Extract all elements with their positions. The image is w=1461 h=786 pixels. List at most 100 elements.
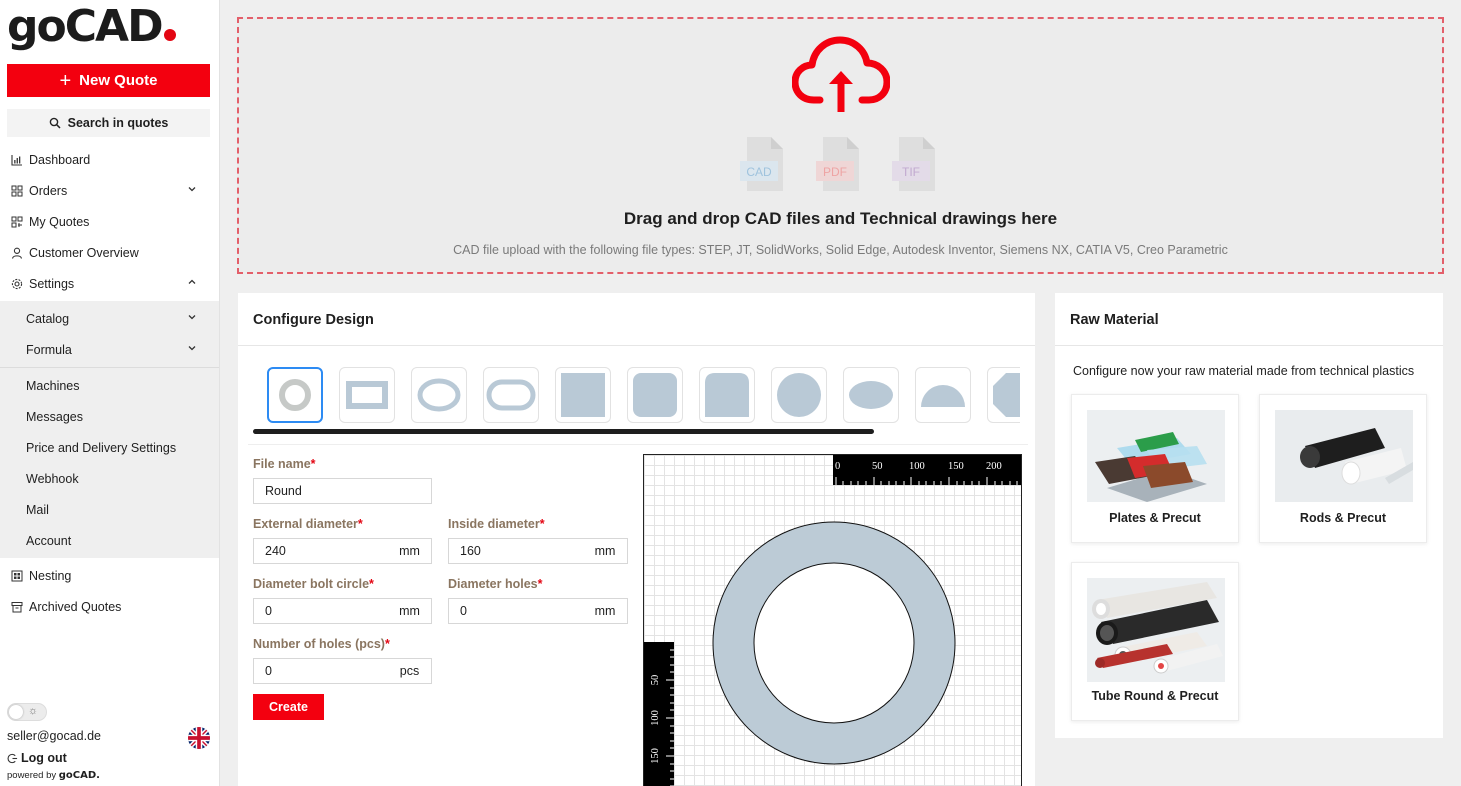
sidebar-item-archived-quotes[interactable]: Archived Quotes (0, 591, 219, 622)
shape-square-tile[interactable] (555, 367, 611, 423)
inside-diameter-input[interactable]: 160 (448, 538, 584, 564)
logo-text: goCAD (7, 1, 164, 52)
toggle-knob (9, 705, 23, 719)
theme-toggle[interactable]: ☼ (7, 703, 47, 721)
sidebar-item-my-quotes[interactable]: My Quotes (0, 206, 219, 237)
powered-by-text: powered by (7, 770, 57, 781)
orders-grid-icon (11, 185, 23, 197)
ruler-left-label: 150 (650, 748, 661, 764)
search-quotes-button[interactable]: Search in quotes (7, 109, 210, 137)
configure-design-panel: Configure Design File name* Round Extern… (238, 293, 1035, 786)
shape-scrollbar[interactable] (253, 429, 874, 434)
gear-icon (11, 278, 23, 290)
sidebar-item-messages[interactable]: Messages (0, 401, 219, 432)
chevron-down-icon (188, 315, 196, 320)
rounded-square-shape-icon (633, 373, 677, 417)
rounded-top-square-shape-icon (705, 373, 749, 417)
plates-image (1087, 410, 1225, 502)
logout-icon (7, 753, 18, 763)
sidebar-item-machines[interactable]: Machines (0, 370, 219, 401)
chart-icon (11, 154, 23, 166)
chevron-down-icon (188, 346, 196, 351)
sidebar-item-mail[interactable]: Mail (0, 494, 219, 525)
shape-rounded-square-tile[interactable] (627, 367, 683, 423)
ruler-left-label: 50 (650, 675, 661, 686)
shape-circle-tile[interactable] (771, 367, 827, 423)
file-name-label-text: File name (253, 457, 311, 471)
required-mark: * (310, 457, 316, 471)
inner-divider (248, 444, 1028, 445)
plus-icon: + (59, 69, 72, 92)
sidebar-item-orders[interactable]: Orders (0, 175, 219, 206)
number-of-holes-input[interactable]: 0 (253, 658, 389, 684)
diameter-bolt-circle-input[interactable]: 0 (253, 598, 389, 624)
cloud-upload-icon (792, 36, 890, 112)
cad-file-label: CAD (746, 165, 772, 179)
uk-flag-icon[interactable] (188, 727, 210, 749)
sidebar-item-webhook[interactable]: Webhook (0, 463, 219, 494)
sidebar-item-catalog[interactable]: Catalog (0, 303, 219, 334)
shape-rounded-frame-tile[interactable] (483, 367, 539, 423)
sidebar-item-label: Customer Overview (29, 245, 139, 260)
quotes-icon (11, 216, 23, 228)
diameter-bolt-circle-unit: mm (388, 598, 432, 624)
shape-rectangle-frame-tile[interactable] (339, 367, 395, 423)
sidebar-item-account[interactable]: Account (0, 525, 219, 556)
sidebar-item-nesting[interactable]: Nesting (0, 560, 219, 591)
number-of-holes-unit: pcs (388, 658, 432, 684)
new-quote-button[interactable]: + New Quote (7, 64, 210, 97)
sidebar-item-label: Account (26, 533, 72, 548)
nesting-icon (11, 570, 23, 582)
oval-ring-shape-icon (417, 378, 461, 412)
sidebar-item-label: Mail (26, 502, 49, 517)
chevron-down-icon (188, 187, 196, 192)
sidebar-item-settings[interactable]: Settings (0, 268, 219, 299)
shape-oval-ring-tile[interactable] (411, 367, 467, 423)
sidebar-item-label: Settings (29, 276, 75, 291)
ellipse-shape-icon (849, 381, 893, 409)
external-diameter-label: External diameter* (253, 517, 363, 531)
create-button[interactable]: Create (253, 694, 324, 720)
tube-round-precut-label: Tube Round & Precut (1091, 689, 1219, 703)
file-dropzone[interactable]: CAD PDF TIF Drag and drop CAD files and … (237, 17, 1444, 274)
shape-ring-tile[interactable] (267, 367, 323, 423)
diameter-holes-input[interactable]: 0 (448, 598, 584, 624)
shape-octagon-tile[interactable] (987, 367, 1020, 423)
file-name-label: File name* (253, 457, 316, 471)
shape-rounded-top-square-tile[interactable] (699, 367, 755, 423)
ruler-left-label: 100 (650, 710, 661, 726)
sidebar-item-formula[interactable]: Formula (0, 334, 219, 365)
chevron-up-icon (188, 279, 196, 284)
shape-selector (238, 293, 1020, 443)
logout-link[interactable]: Log out (7, 751, 67, 765)
sidebar-item-price-delivery[interactable]: Price and Delivery Settings (0, 432, 219, 463)
rectangle-frame-shape-icon (346, 381, 388, 409)
rods-precut-card[interactable]: Rods & Precut (1259, 394, 1427, 543)
gocad-logo[interactable]: goCAD (7, 2, 176, 52)
ruler-top-label: 150 (948, 461, 964, 472)
file-name-input[interactable]: Round (253, 478, 432, 504)
powered-by-brand: goCAD. (58, 770, 100, 781)
tif-file-icon: TIF (891, 137, 939, 191)
tube-round-precut-card[interactable]: Tube Round & Precut (1071, 562, 1239, 721)
settings-submenu: Catalog Formula Machines Messages Price … (0, 301, 219, 558)
external-diameter-input[interactable]: 240 (253, 538, 389, 564)
ruler-top-label: 50 (872, 461, 883, 472)
inside-diameter-unit: mm (583, 538, 628, 564)
sidebar-item-label: Dashboard (29, 152, 91, 167)
sidebar-item-label: Archived Quotes (29, 599, 122, 614)
required-mark: * (539, 517, 545, 531)
plates-precut-card[interactable]: Plates & Precut (1071, 394, 1239, 543)
required-mark: * (357, 517, 363, 531)
ring-inner-hole (753, 562, 915, 724)
required-mark: * (537, 577, 543, 591)
sidebar-item-label: Machines (26, 378, 80, 393)
sidebar-item-dashboard[interactable]: Dashboard (0, 144, 219, 175)
number-of-holes-label: Number of holes (pcs)* (253, 637, 390, 651)
sidebar-item-customer-overview[interactable]: Customer Overview (0, 237, 219, 268)
shape-half-circle-tile[interactable] (915, 367, 971, 423)
sidebar-item-label: Orders (29, 183, 68, 198)
square-shape-icon (561, 373, 605, 417)
shape-ellipse-tile[interactable] (843, 367, 899, 423)
design-preview-canvas[interactable]: 0 50 100 150 200 50 100 150 200 (643, 454, 1022, 786)
